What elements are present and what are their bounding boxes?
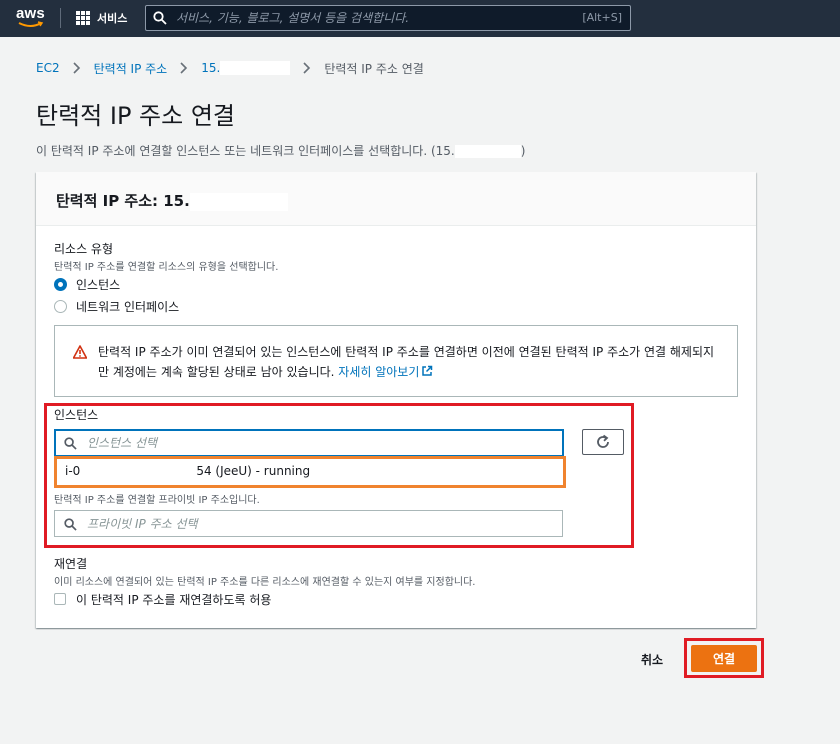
breadcrumb-ip-address[interactable]: 15. — [201, 60, 291, 76]
panel-title-text: 탄력적 IP 주소: 15. — [56, 192, 190, 210]
redacted-block — [454, 145, 521, 158]
connect-button[interactable]: 연결 — [691, 645, 757, 672]
services-menu-button[interactable]: 서비스 — [97, 10, 127, 26]
learn-more-link[interactable]: 자세히 알아보기 — [338, 365, 433, 379]
instance-select[interactable] — [54, 429, 564, 457]
instance-label: 인스턴스 — [54, 408, 99, 422]
top-navigation-bar: aws 서비스 [Alt+S] — [0, 0, 840, 37]
instance-option-suffix: 54 (JeeU) - running — [196, 464, 311, 478]
associate-eip-panel: 탄력적 IP 주소: 15. — [36, 172, 756, 628]
reassociation-label: 재연결 — [54, 557, 88, 571]
warning-alert: 탄력적 IP 주소가 이미 연결되어 있는 인스턴스에 탄력적 IP 주소를 연… — [54, 325, 738, 397]
search-icon — [64, 437, 77, 450]
warning-icon — [73, 345, 87, 359]
panel-header: 탄력적 IP 주소: 15. — [36, 172, 756, 226]
radio-option-network-interface[interactable]: 네트워크 인터페이스 — [54, 298, 179, 314]
radio-button[interactable] — [54, 299, 67, 313]
radio-label-network-interface: 네트워크 인터페이스 — [76, 299, 180, 314]
global-search-box[interactable]: [Alt+S] — [145, 5, 631, 31]
search-icon — [64, 518, 77, 531]
page-description-suffix: ) — [520, 144, 526, 158]
private-ip-select[interactable] — [54, 510, 563, 537]
refresh-button[interactable] — [582, 429, 624, 455]
search-shortcut-hint: [Alt+S] — [582, 11, 622, 24]
reassociation-checkbox-row[interactable]: 이 탄력적 IP 주소를 재연결하도록 허용 — [54, 591, 271, 607]
breadcrumb-ip-prefix: 15. — [201, 60, 221, 75]
search-icon — [153, 11, 167, 25]
instance-option-highlight[interactable]: i-0 54 (JeeU) - running — [54, 456, 566, 488]
radio-button-checked[interactable] — [54, 277, 67, 291]
reassociation-checkbox-label: 이 탄력적 IP 주소를 재연결하도록 허용 — [76, 592, 272, 607]
resource-type-description: 탄력적 IP 주소를 연결할 리소스의 유형을 선택합니다. — [54, 262, 279, 273]
instance-option[interactable]: i-0 54 (JeeU) - running — [65, 464, 310, 479]
reassociation-checkbox[interactable] — [54, 593, 66, 605]
refresh-icon — [597, 434, 609, 448]
reassociation-description: 이미 리소스에 연결되어 있는 탄력적 IP 주소를 다른 리소스에 재연결할 … — [54, 577, 476, 588]
resource-type-label: 리소스 유형 — [54, 242, 114, 256]
nav-divider — [60, 8, 61, 28]
aws-logo-text: aws — [16, 5, 45, 22]
aws-logo[interactable]: aws — [16, 5, 46, 31]
private-ip-description: 탄력적 IP 주소를 연결할 프라이빗 IP 주소입니다. — [54, 495, 260, 506]
instance-search-input[interactable] — [87, 434, 547, 452]
chevron-right-icon — [66, 61, 88, 75]
external-link-icon — [422, 365, 433, 376]
cancel-button[interactable]: 취소 — [628, 648, 676, 670]
redacted-block — [189, 192, 288, 211]
learn-more-label: 자세히 알아보기 — [338, 365, 420, 379]
breadcrumb-current: 탄력적 IP 주소 연결 — [324, 61, 424, 76]
breadcrumb-elastic-ips[interactable]: 탄력적 IP 주소 — [94, 60, 168, 77]
chevron-right-icon — [296, 61, 318, 75]
breadcrumb-ec2[interactable]: EC2 — [36, 61, 60, 75]
page-description-text: 이 탄력적 IP 주소에 연결할 인스턴스 또는 네트워크 인터페이스를 선택합… — [36, 144, 455, 158]
warning-text: 탄력적 IP 주소가 이미 연결되어 있는 인스턴스에 탄력적 IP 주소를 연… — [98, 342, 722, 382]
instance-option-prefix: i-0 — [65, 464, 81, 478]
radio-option-instance[interactable]: 인스턴스 — [54, 276, 120, 292]
private-ip-search-input[interactable] — [87, 515, 547, 533]
panel-title: 탄력적 IP 주소: 15. — [56, 190, 288, 211]
global-search-input[interactable] — [176, 9, 566, 27]
breadcrumb: EC2 탄력적 IP 주소 15. 탄력적 IP 주소 연결 — [36, 60, 424, 76]
services-grid-icon[interactable] — [76, 11, 90, 25]
radio-label-instance: 인스턴스 — [76, 277, 121, 292]
redacted-block — [80, 464, 197, 479]
redacted-block — [220, 61, 291, 76]
page-description: 이 탄력적 IP 주소에 연결할 인스턴스 또는 네트워크 인터페이스를 선택합… — [36, 142, 525, 159]
chevron-right-icon — [173, 61, 195, 75]
page-title: 탄력적 IP 주소 연결 — [36, 102, 235, 130]
aws-smile-icon — [18, 21, 44, 27]
